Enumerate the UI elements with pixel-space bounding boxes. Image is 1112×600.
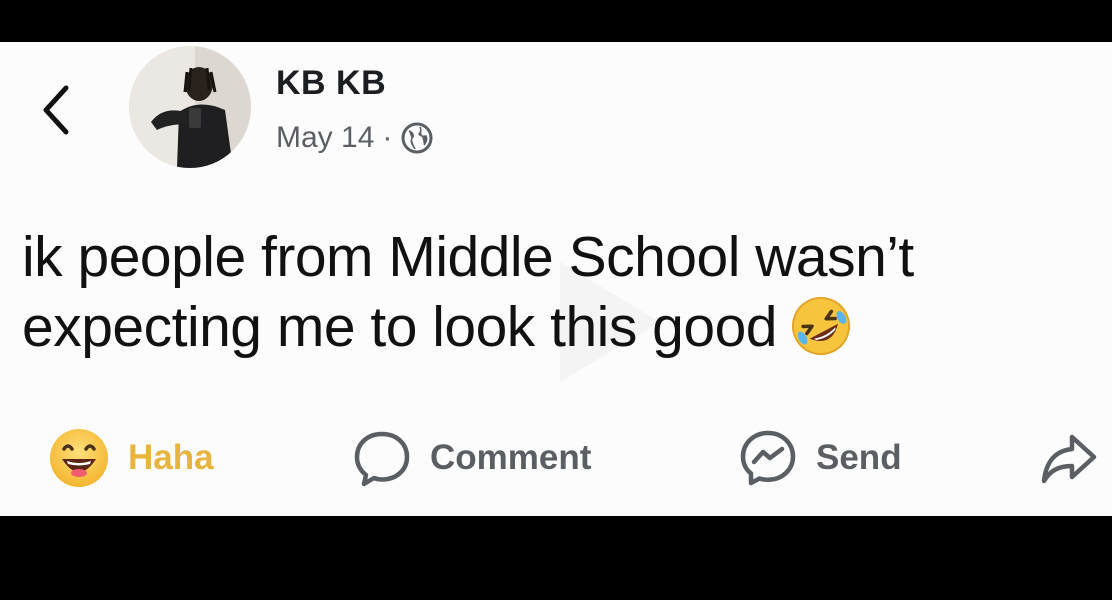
- share-arrow-icon: [1041, 434, 1097, 484]
- post-meta: May 14 ·: [276, 118, 434, 158]
- post-text: ik people from Middle School wasn’t expe…: [22, 225, 914, 359]
- avatar-photo: [129, 46, 251, 168]
- messenger-icon: [740, 430, 796, 486]
- author-name[interactable]: KB KB: [276, 64, 386, 103]
- grinning-face-emoji: [50, 429, 108, 487]
- post-date[interactable]: May 14: [276, 121, 374, 155]
- rolling-on-floor-laughing-emoji: [791, 297, 850, 355]
- back-button[interactable]: [34, 82, 78, 138]
- share-button[interactable]: [1040, 420, 1098, 496]
- post-action-bar: Haha Comment Send: [0, 420, 1112, 496]
- send-label: Send: [816, 438, 902, 477]
- comment-button[interactable]: Comment: [352, 420, 591, 496]
- top-letterbox: [0, 0, 1112, 42]
- post-body: ik people from Middle School wasn’t expe…: [22, 222, 1082, 362]
- avatar[interactable]: [129, 46, 251, 168]
- haha-label: Haha: [128, 438, 214, 477]
- send-button[interactable]: Send: [738, 420, 902, 496]
- bottom-letterbox: [0, 516, 1112, 600]
- globe-icon: [401, 122, 433, 154]
- comment-bubble-icon: [354, 431, 410, 487]
- comment-label: Comment: [430, 438, 592, 477]
- meta-separator: ·: [382, 121, 393, 154]
- haha-reaction-button[interactable]: Haha: [48, 420, 214, 496]
- chevron-left-icon: [43, 85, 69, 135]
